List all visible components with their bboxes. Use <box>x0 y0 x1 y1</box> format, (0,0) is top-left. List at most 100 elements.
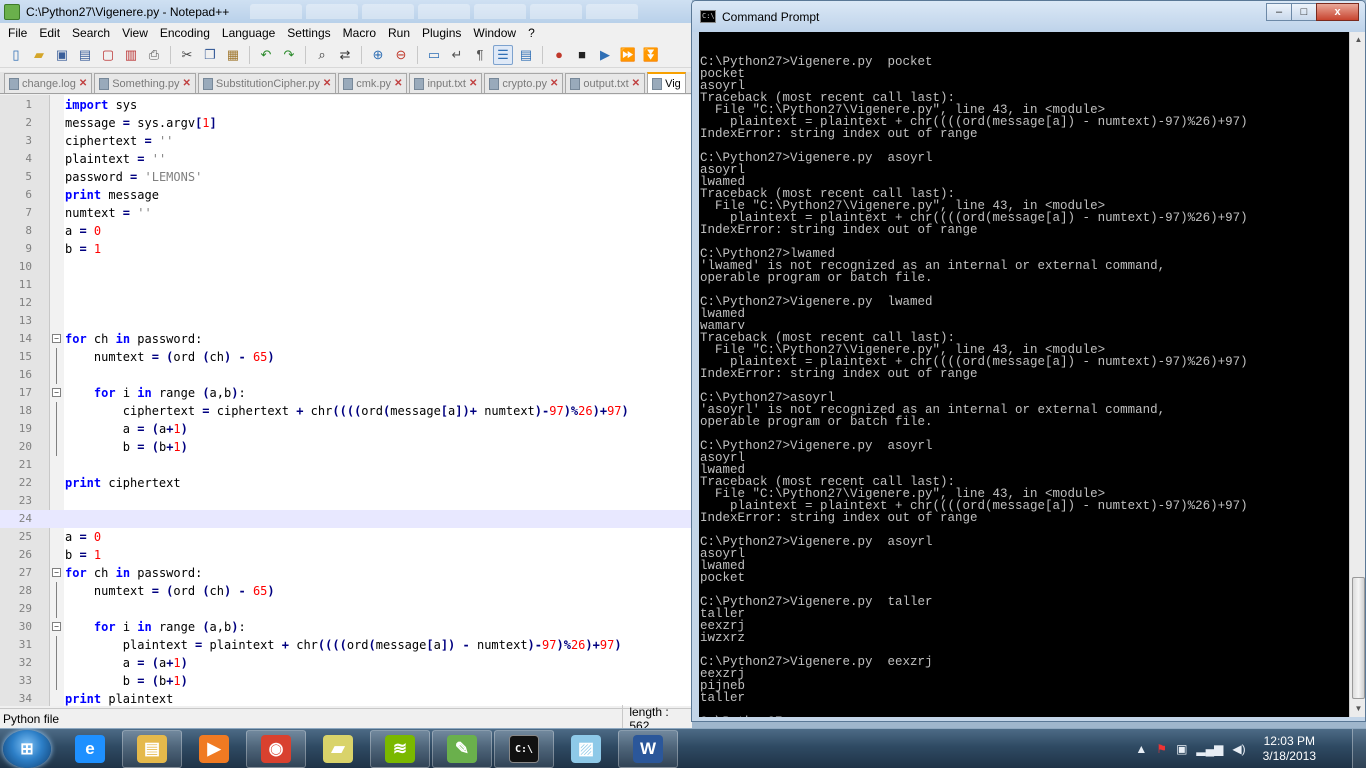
code-line[interactable]: 16 <box>0 366 692 384</box>
network-icon[interactable]: ▂▄▆ <box>1196 742 1223 756</box>
code-line[interactable]: 32 a = (a+1) <box>0 654 692 672</box>
record-macro-icon[interactable]: ● <box>549 45 569 65</box>
undo-icon[interactable]: ↶ <box>256 45 276 65</box>
code-line[interactable]: 22 print ciphertext <box>0 474 692 492</box>
menu-language[interactable]: Language <box>216 26 281 40</box>
close-icon[interactable]: ✕ <box>79 78 87 89</box>
tab-cmk-py[interactable]: cmk.py ✕ <box>338 73 408 93</box>
taskbar-internet-explorer-button[interactable]: e <box>60 730 120 768</box>
code-line[interactable]: 13 <box>0 312 692 330</box>
console-scrollbar[interactable]: ▲ ▼ <box>1349 32 1365 717</box>
play-macro-icon[interactable]: ▶ <box>595 45 615 65</box>
code-line[interactable]: 34 print plaintext <box>0 690 692 706</box>
find-icon[interactable]: ⌕ <box>312 45 332 65</box>
code-line[interactable]: 26 b = 1 <box>0 546 692 564</box>
code-line[interactable]: 17 − for i in range (a,b): <box>0 384 692 402</box>
usb-device-icon[interactable]: ▣ <box>1176 742 1187 756</box>
scroll-thumb[interactable] <box>1352 577 1365 699</box>
code-line[interactable]: 7 numtext = '' <box>0 204 692 222</box>
code-line[interactable]: 28 numtext = (ord (ch) - 65) <box>0 582 692 600</box>
fold-toggle-icon[interactable]: − <box>52 388 61 397</box>
menu-macro[interactable]: Macro <box>337 26 382 40</box>
menu-view[interactable]: View <box>116 26 154 40</box>
close-icon[interactable]: ✕ <box>182 78 190 89</box>
code-line[interactable]: 3 ciphertext = '' <box>0 132 692 150</box>
tab-input-txt[interactable]: input.txt ✕ <box>409 73 483 93</box>
tab-substitution-cipher-py[interactable]: SubstitutionCipher.py ✕ <box>197 73 337 93</box>
volume-icon[interactable]: ◀) <box>1232 742 1245 756</box>
close-icon[interactable]: ✕ <box>632 78 640 89</box>
tab-something-py[interactable]: Something.py ✕ <box>94 73 196 93</box>
close-button[interactable]: x <box>1316 3 1359 21</box>
cut-icon[interactable]: ✂ <box>177 45 197 65</box>
code-line[interactable]: 21 <box>0 456 692 474</box>
paste-icon[interactable]: ▦ <box>223 45 243 65</box>
save-macro-icon[interactable]: ⏬ <box>641 45 661 65</box>
menu-edit[interactable]: Edit <box>33 26 66 40</box>
minimize-button[interactable]: – <box>1266 3 1292 21</box>
wrap-icon[interactable]: ↵ <box>447 45 467 65</box>
code-line[interactable]: 11 <box>0 276 692 294</box>
taskbar-paint-button[interactable]: ▨ <box>556 730 616 768</box>
show-desktop-button[interactable] <box>1352 729 1366 768</box>
new-file-icon[interactable]: ▯ <box>6 45 26 65</box>
menu-run[interactable]: Run <box>382 26 416 40</box>
taskbar-notepad-plus-plus-button[interactable]: ✎ <box>432 730 492 768</box>
code-line[interactable]: 2 message = sys.argv[1] <box>0 114 692 132</box>
sync-scroll-icon[interactable]: ▭ <box>424 45 444 65</box>
run-macro-icon[interactable]: ⏩ <box>618 45 638 65</box>
show-hidden-icons-icon[interactable]: ▲ <box>1135 742 1147 756</box>
taskbar-file-explorer-button[interactable]: ▤ <box>122 730 182 768</box>
notepad-title-bar[interactable]: C:\Python27\Vigenere.py - Notepad++ <box>0 0 692 23</box>
menu-encoding[interactable]: Encoding <box>154 26 216 40</box>
taskbar-command-prompt-button[interactable]: C:\ <box>494 730 554 768</box>
scroll-down-icon[interactable]: ▼ <box>1350 701 1365 717</box>
function-list-icon[interactable]: ▤ <box>516 45 536 65</box>
fold-toggle-icon[interactable]: − <box>52 334 61 343</box>
taskbar-spotify-button[interactable]: ≋ <box>370 730 430 768</box>
taskbar-word-button[interactable]: W <box>618 730 678 768</box>
code-line[interactable]: 12 <box>0 294 692 312</box>
maximize-button[interactable]: □ <box>1291 3 1317 21</box>
zoom-out-icon[interactable]: ⊖ <box>391 45 411 65</box>
code-line[interactable]: 29 <box>0 600 692 618</box>
code-editor[interactable]: 1 import sys 2 message = sys.argv[1] 3 cipher… <box>0 95 692 706</box>
code-line[interactable]: 23 <box>0 492 692 510</box>
open-file-icon[interactable]: ▰ <box>29 45 49 65</box>
start-button[interactable]: ⊞ <box>3 730 51 768</box>
taskbar-sticky-notes-button[interactable]: ▰ <box>308 730 368 768</box>
code-line[interactable]: 4 plaintext = '' <box>0 150 692 168</box>
scroll-up-icon[interactable]: ▲ <box>1350 32 1365 48</box>
menu-search[interactable]: Search <box>66 26 116 40</box>
code-line[interactable]: 30 − for i in range (a,b): <box>0 618 692 636</box>
code-line[interactable]: 9 b = 1 <box>0 240 692 258</box>
zoom-in-icon[interactable]: ⊕ <box>368 45 388 65</box>
close-icon[interactable]: ▢ <box>98 45 118 65</box>
code-line[interactable]: 14 − for ch in password: <box>0 330 692 348</box>
save-all-icon[interactable]: ▤ <box>75 45 95 65</box>
taskbar-chrome-button[interactable]: ◉ <box>246 730 306 768</box>
action-center-icon[interactable]: ⚑ <box>1156 742 1167 756</box>
code-line[interactable]: 18 ciphertext = ciphertext + chr((((ord(… <box>0 402 692 420</box>
save-icon[interactable]: ▣ <box>52 45 72 65</box>
tab-output-txt[interactable]: output.txt ✕ <box>565 73 646 93</box>
close-icon[interactable]: ✕ <box>550 78 558 89</box>
tab-change-log[interactable]: change.log ✕ <box>4 73 93 93</box>
menu-help[interactable]: ? <box>522 26 541 40</box>
print-icon[interactable]: ⎙ <box>144 45 164 65</box>
replace-icon[interactable]: ⇄ <box>335 45 355 65</box>
close-icon[interactable]: ✕ <box>469 78 477 89</box>
tab-crypto-py[interactable]: crypto.py ✕ <box>484 73 564 93</box>
console-output[interactable]: C:\Python27>Vigenere.py pocket pocket asoy… <box>699 32 1349 717</box>
code-line[interactable]: 19 a = (a+1) <box>0 420 692 438</box>
code-line[interactable]: 27 − for ch in password: <box>0 564 692 582</box>
redo-icon[interactable]: ↷ <box>279 45 299 65</box>
taskbar-media-player-button[interactable]: ▶ <box>184 730 244 768</box>
show-symbols-icon[interactable]: ¶ <box>470 45 490 65</box>
menu-file[interactable]: File <box>2 26 33 40</box>
code-line[interactable]: 8 a = 0 <box>0 222 692 240</box>
system-clock[interactable]: 12:03 PM 3/18/2013 <box>1263 734 1316 764</box>
close-icon[interactable]: ✕ <box>394 78 402 89</box>
code-line[interactable]: 5 password = 'LEMONS' <box>0 168 692 186</box>
code-line[interactable]: 31 plaintext = plaintext + chr((((ord(me… <box>0 636 692 654</box>
